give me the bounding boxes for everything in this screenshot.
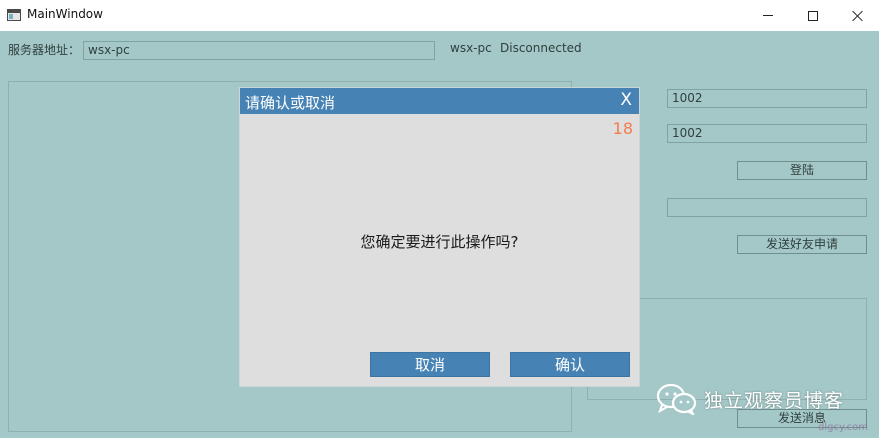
- dialog-close-button[interactable]: X: [620, 90, 632, 110]
- window-titlebar: MainWindow: [0, 0, 879, 31]
- password-input[interactable]: 1002: [667, 124, 867, 143]
- watermark-url: dlgcy.com: [818, 422, 868, 433]
- dialog-message: 您确定要进行此操作吗?: [360, 233, 519, 251]
- countdown-timer: 18: [612, 119, 633, 138]
- close-icon: [852, 10, 864, 22]
- window-app-icon: [7, 9, 21, 21]
- confirm-dialog: 请确认或取消 X 18 您确定要进行此操作吗? 取消 确认: [240, 88, 639, 386]
- friend-id-input[interactable]: [667, 198, 867, 217]
- minimize-button[interactable]: [745, 0, 791, 31]
- confirm-button[interactable]: 确认: [510, 352, 630, 377]
- wechat-icon: [656, 383, 698, 417]
- dialog-title: 请确认或取消: [245, 94, 336, 112]
- minimize-icon: [763, 15, 773, 16]
- window-title: MainWindow: [27, 7, 103, 21]
- account-input[interactable]: 1002: [667, 89, 867, 108]
- server-address-label: 服务器地址：: [8, 43, 81, 57]
- watermark: 独立观察员博客: [656, 383, 845, 417]
- watermark-text: 独立观察员博客: [704, 389, 845, 412]
- maximize-icon: [808, 10, 818, 21]
- server-address-input[interactable]: wsx-pc: [83, 41, 435, 60]
- login-button[interactable]: 登陆: [737, 161, 867, 180]
- host-name-text: wsx-pc: [450, 41, 492, 55]
- window-close-button[interactable]: [835, 0, 879, 31]
- cancel-button[interactable]: 取消: [370, 352, 490, 377]
- connection-status-text: Disconnected: [500, 41, 582, 55]
- maximize-button[interactable]: [790, 0, 836, 31]
- send-friend-request-button[interactable]: 发送好友申请: [737, 235, 867, 254]
- dialog-header: 请确认或取消 X: [240, 88, 639, 114]
